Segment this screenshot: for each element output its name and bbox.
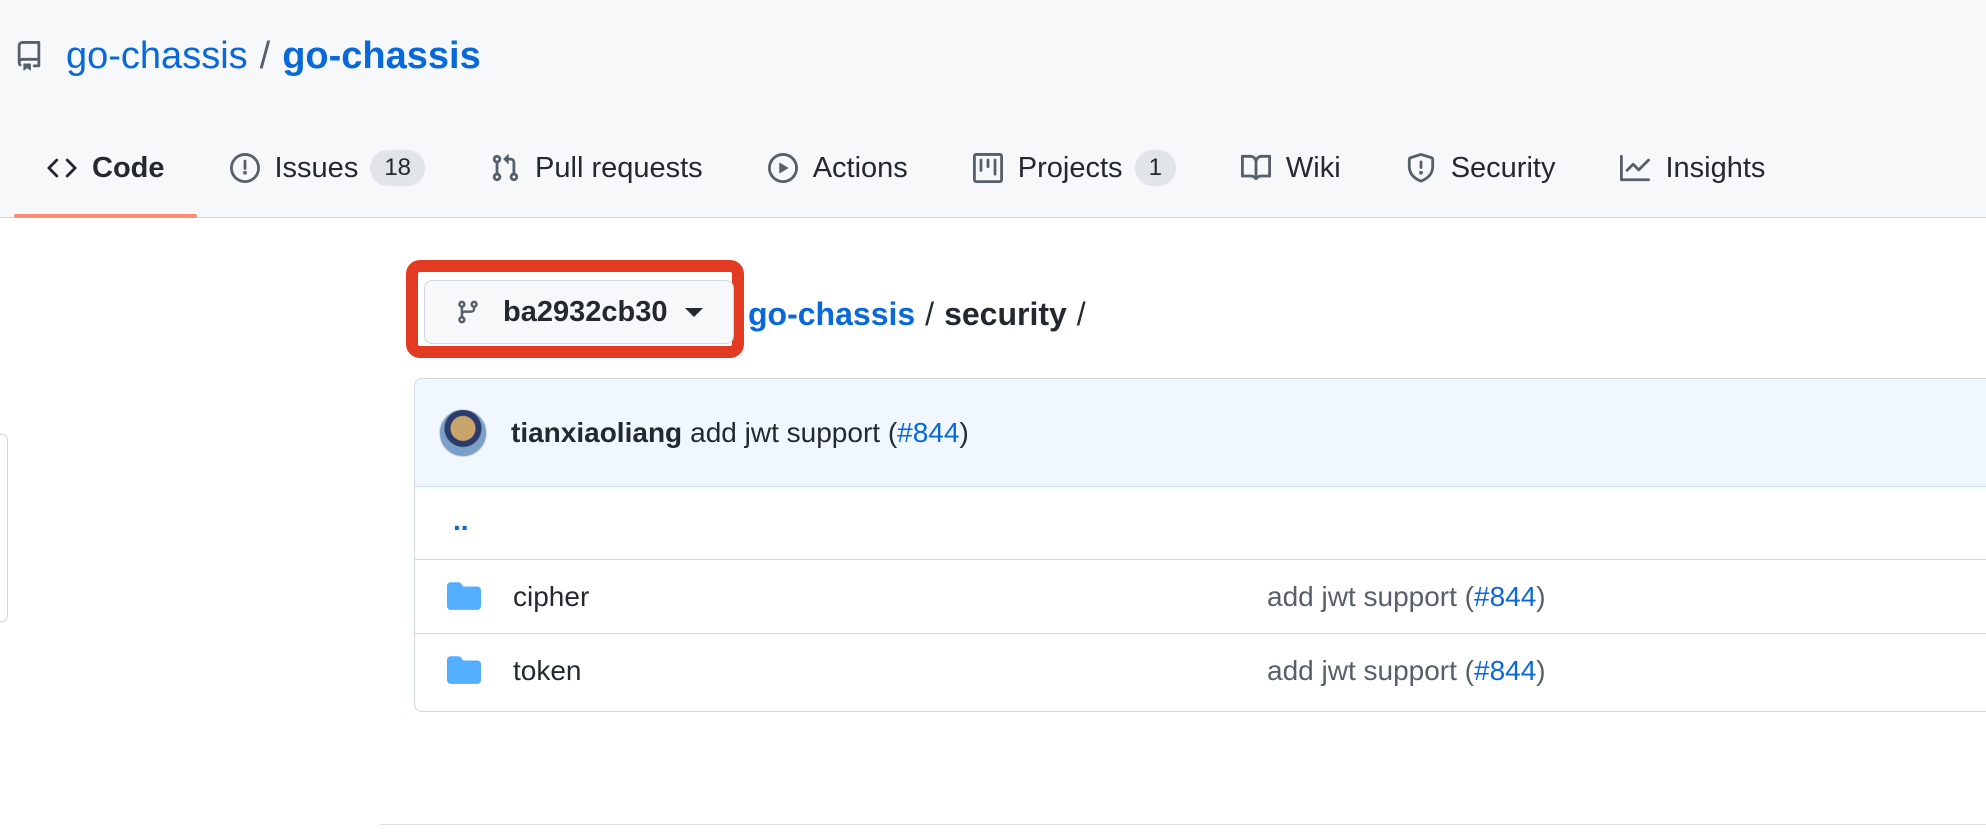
file-commit-pr-link[interactable]: #844 — [1474, 581, 1536, 612]
side-panel-edge — [0, 434, 8, 622]
book-icon — [1240, 152, 1272, 184]
tab-projects[interactable]: Projects 1 — [940, 136, 1208, 200]
code-icon — [46, 152, 78, 184]
file-commit-close: ) — [1536, 580, 1546, 612]
commit-message-close: ) — [959, 416, 969, 448]
issues-counter: 18 — [370, 150, 426, 186]
tab-wiki[interactable]: Wiki — [1208, 136, 1373, 200]
tab-label: Issues — [274, 151, 359, 184]
file-commit-text: add jwt support ( — [1267, 654, 1474, 686]
repo-owner-link[interactable]: go-chassis — [66, 35, 248, 78]
branch-label: ba2932cb30 — [503, 295, 668, 328]
tab-issues[interactable]: Issues 18 — [197, 136, 458, 200]
tab-label: Wiki — [1285, 151, 1341, 184]
tab-label: Security — [1450, 151, 1556, 184]
repo-nav-tabs: Code Issues 18 Pull requests Actions Pro… — [14, 136, 1797, 218]
repo-separator: / — [259, 34, 271, 77]
tab-security[interactable]: Security — [1373, 136, 1588, 200]
file-name-link[interactable]: token — [513, 655, 582, 687]
tab-label: Insights — [1665, 151, 1766, 184]
file-commit-close: ) — [1536, 654, 1546, 686]
folder-icon — [447, 582, 481, 610]
repo-icon — [14, 39, 48, 73]
issue-icon — [229, 152, 261, 184]
table-row[interactable]: cipher add jwt support (#844) — [415, 559, 1986, 633]
caret-down-icon — [685, 307, 704, 317]
parent-directory-link[interactable]: .. — [453, 505, 469, 537]
projects-counter: 1 — [1134, 150, 1176, 186]
file-browser: tianxiaoliang add jwt support (#844) .. … — [414, 378, 1986, 712]
tab-insights[interactable]: Insights — [1587, 136, 1797, 200]
divider — [380, 824, 1986, 825]
file-commit-message: add jwt support (#844) — [1267, 655, 1546, 687]
pull-request-icon — [489, 152, 521, 184]
repo-title: go-chassis / go-chassis — [14, 34, 481, 78]
tab-label: Code — [92, 151, 165, 184]
project-icon — [972, 152, 1004, 184]
tab-label: Pull requests — [535, 151, 703, 184]
avatar[interactable] — [439, 408, 487, 457]
breadcrumb-separator: / — [925, 295, 935, 332]
file-name-link[interactable]: cipher — [513, 581, 589, 613]
commit-message: add jwt support ( — [690, 416, 898, 448]
repo-header: go-chassis / go-chassis Code Issues 18 P… — [0, 0, 1986, 218]
folder-icon — [447, 656, 481, 684]
file-commit-message: add jwt support (#844) — [1267, 581, 1546, 613]
git-branch-icon — [455, 297, 483, 327]
play-icon — [767, 152, 799, 184]
shield-icon — [1405, 152, 1437, 184]
table-row[interactable]: token add jwt support (#844) — [415, 633, 1986, 707]
tab-code[interactable]: Code — [14, 136, 197, 218]
breadcrumb-root-link[interactable]: go-chassis — [748, 296, 915, 333]
branch-selector-button[interactable]: ba2932cb30 — [424, 280, 734, 344]
file-commit-text: add jwt support ( — [1267, 580, 1474, 612]
tab-actions[interactable]: Actions — [735, 136, 940, 200]
breadcrumb: go-chassis / security / — [748, 292, 1096, 336]
tab-label: Projects — [1017, 151, 1123, 184]
parent-directory-row[interactable]: .. — [415, 487, 1986, 559]
tab-pull-requests[interactable]: Pull requests — [457, 136, 735, 200]
branch-highlight-box: ba2932cb30 — [406, 260, 744, 358]
repo-name-link[interactable]: go-chassis — [282, 35, 481, 78]
file-commit-pr-link[interactable]: #844 — [1474, 655, 1536, 686]
tab-label: Actions — [812, 151, 908, 184]
breadcrumb-separator: / — [1076, 295, 1086, 332]
commit-pr-link[interactable]: #844 — [897, 417, 959, 449]
graph-icon — [1619, 152, 1651, 184]
latest-commit-bar: tianxiaoliang add jwt support (#844) — [415, 379, 1986, 487]
breadcrumb-current: security — [944, 295, 1067, 332]
commit-author-link[interactable]: tianxiaoliang — [511, 417, 682, 449]
